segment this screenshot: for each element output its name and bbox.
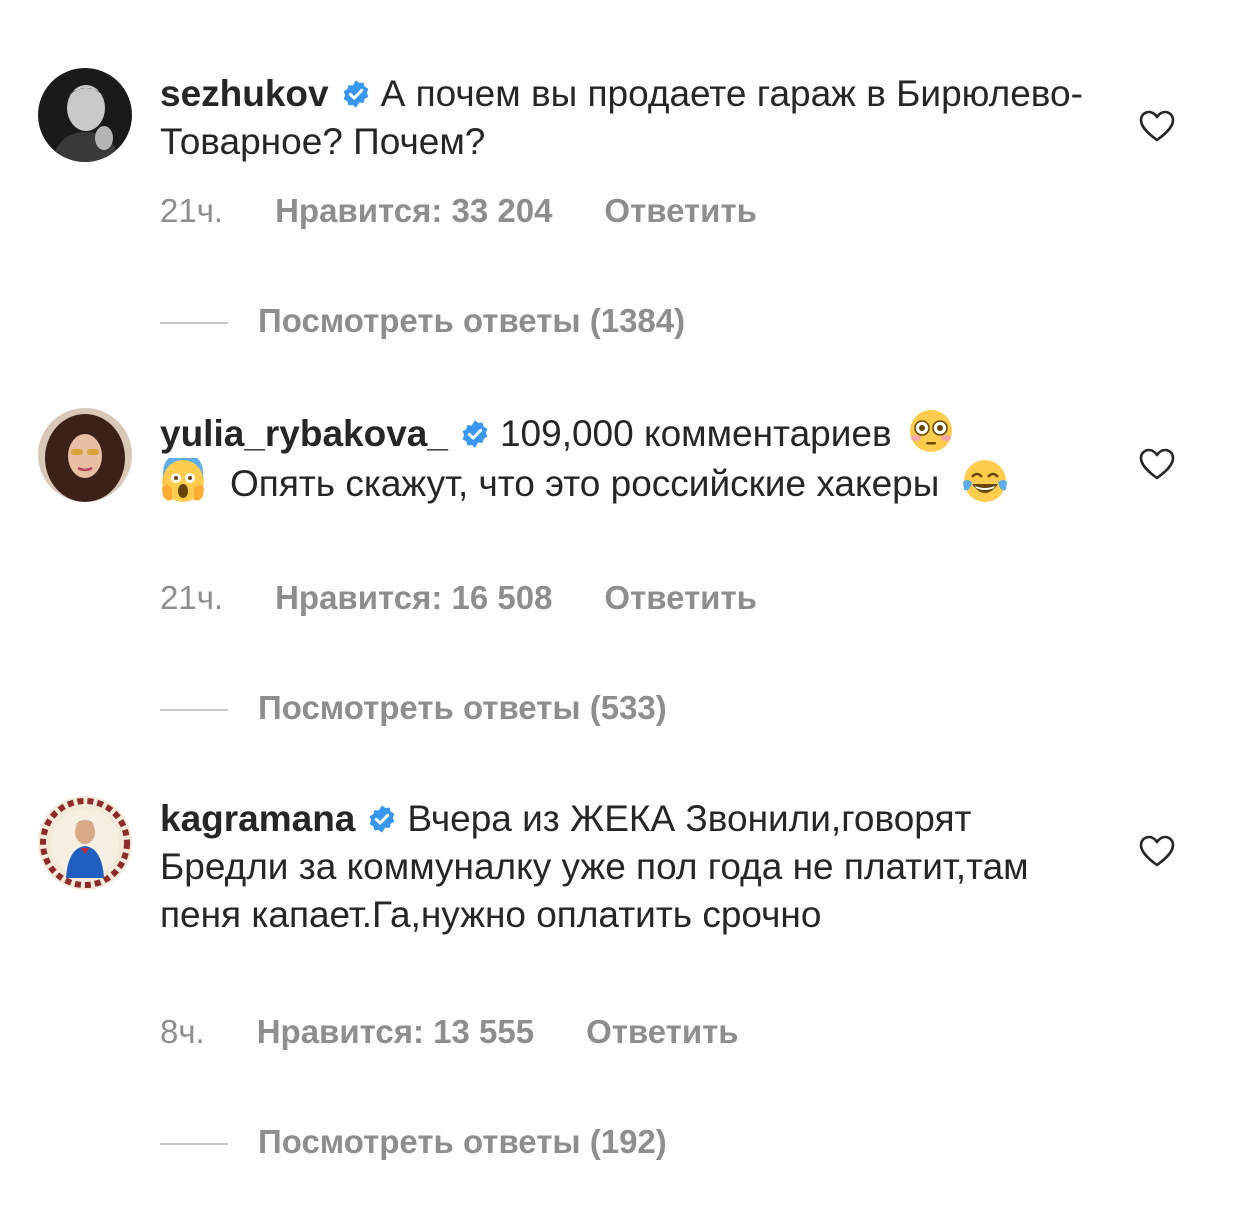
reply-button[interactable]: Ответить: [604, 192, 757, 230]
avatar[interactable]: [38, 796, 132, 890]
comment-time: 21ч.: [160, 579, 224, 616]
flushed-face-emoji: [909, 410, 952, 452]
view-replies-label: Посмотреть ответы (1384): [258, 302, 686, 339]
replies-divider: [160, 322, 228, 325]
heart-outline-icon[interactable]: [1138, 447, 1176, 481]
comment-likes[interactable]: Нравится: 16 508: [275, 579, 552, 617]
comment-meta: 8ч. Нравится: 13 555 Ответить: [160, 1013, 739, 1051]
verified-badge-icon: [370, 805, 395, 833]
heart-outline-icon[interactable]: [1138, 834, 1176, 868]
comment-likes[interactable]: Нравится: 13 555: [257, 1013, 534, 1051]
comment-body: kagramana Вчера из ЖЕКА Звонили,говорят Б…: [160, 795, 1100, 939]
reply-button[interactable]: Ответить: [604, 579, 757, 617]
replies-divider: [160, 709, 228, 712]
comment-username[interactable]: sezhukov: [160, 73, 329, 114]
avatar[interactable]: [38, 68, 132, 162]
verified-badge-icon: [343, 80, 368, 108]
comment-username[interactable]: kagramana: [160, 798, 355, 839]
verified-badge-icon: [462, 420, 488, 448]
tears-of-joy-emoji: [962, 460, 1007, 502]
comment-time: 8ч.: [160, 1013, 205, 1050]
comment-text: 109,000 комментариев: [499, 413, 892, 454]
view-replies-button[interactable]: Посмотреть ответы (533): [160, 689, 667, 727]
comment-text-continued: Опять скажут, что это российские хакеры: [230, 463, 940, 504]
comment-username[interactable]: yulia_rybakova_: [160, 413, 448, 454]
reply-button[interactable]: Ответить: [586, 1013, 739, 1051]
view-replies-button[interactable]: Посмотреть ответы (1384): [160, 302, 685, 340]
view-replies-label: Посмотреть ответы (192): [258, 1123, 667, 1160]
comment-time: 21ч.: [160, 192, 224, 229]
comment-body: sezhukov А почем вы продаете гараж в Бирю…: [160, 70, 1100, 166]
avatar[interactable]: [38, 408, 132, 502]
view-replies-label: Посмотреть ответы (533): [258, 689, 667, 726]
comment-meta: 21ч. Нравится: 16 508 Ответить: [160, 579, 757, 617]
heart-outline-icon[interactable]: [1138, 109, 1176, 143]
comment-meta: 21ч. Нравится: 33 204 Ответить: [160, 192, 757, 230]
comment-likes[interactable]: Нравится: 33 204: [275, 192, 552, 230]
screaming-face-emoji: [162, 458, 204, 502]
replies-divider: [160, 1143, 228, 1146]
view-replies-button[interactable]: Посмотреть ответы (192): [160, 1123, 667, 1161]
comment-body: yulia_rybakova_ 109,000 комментариев Опят…: [160, 408, 1100, 508]
